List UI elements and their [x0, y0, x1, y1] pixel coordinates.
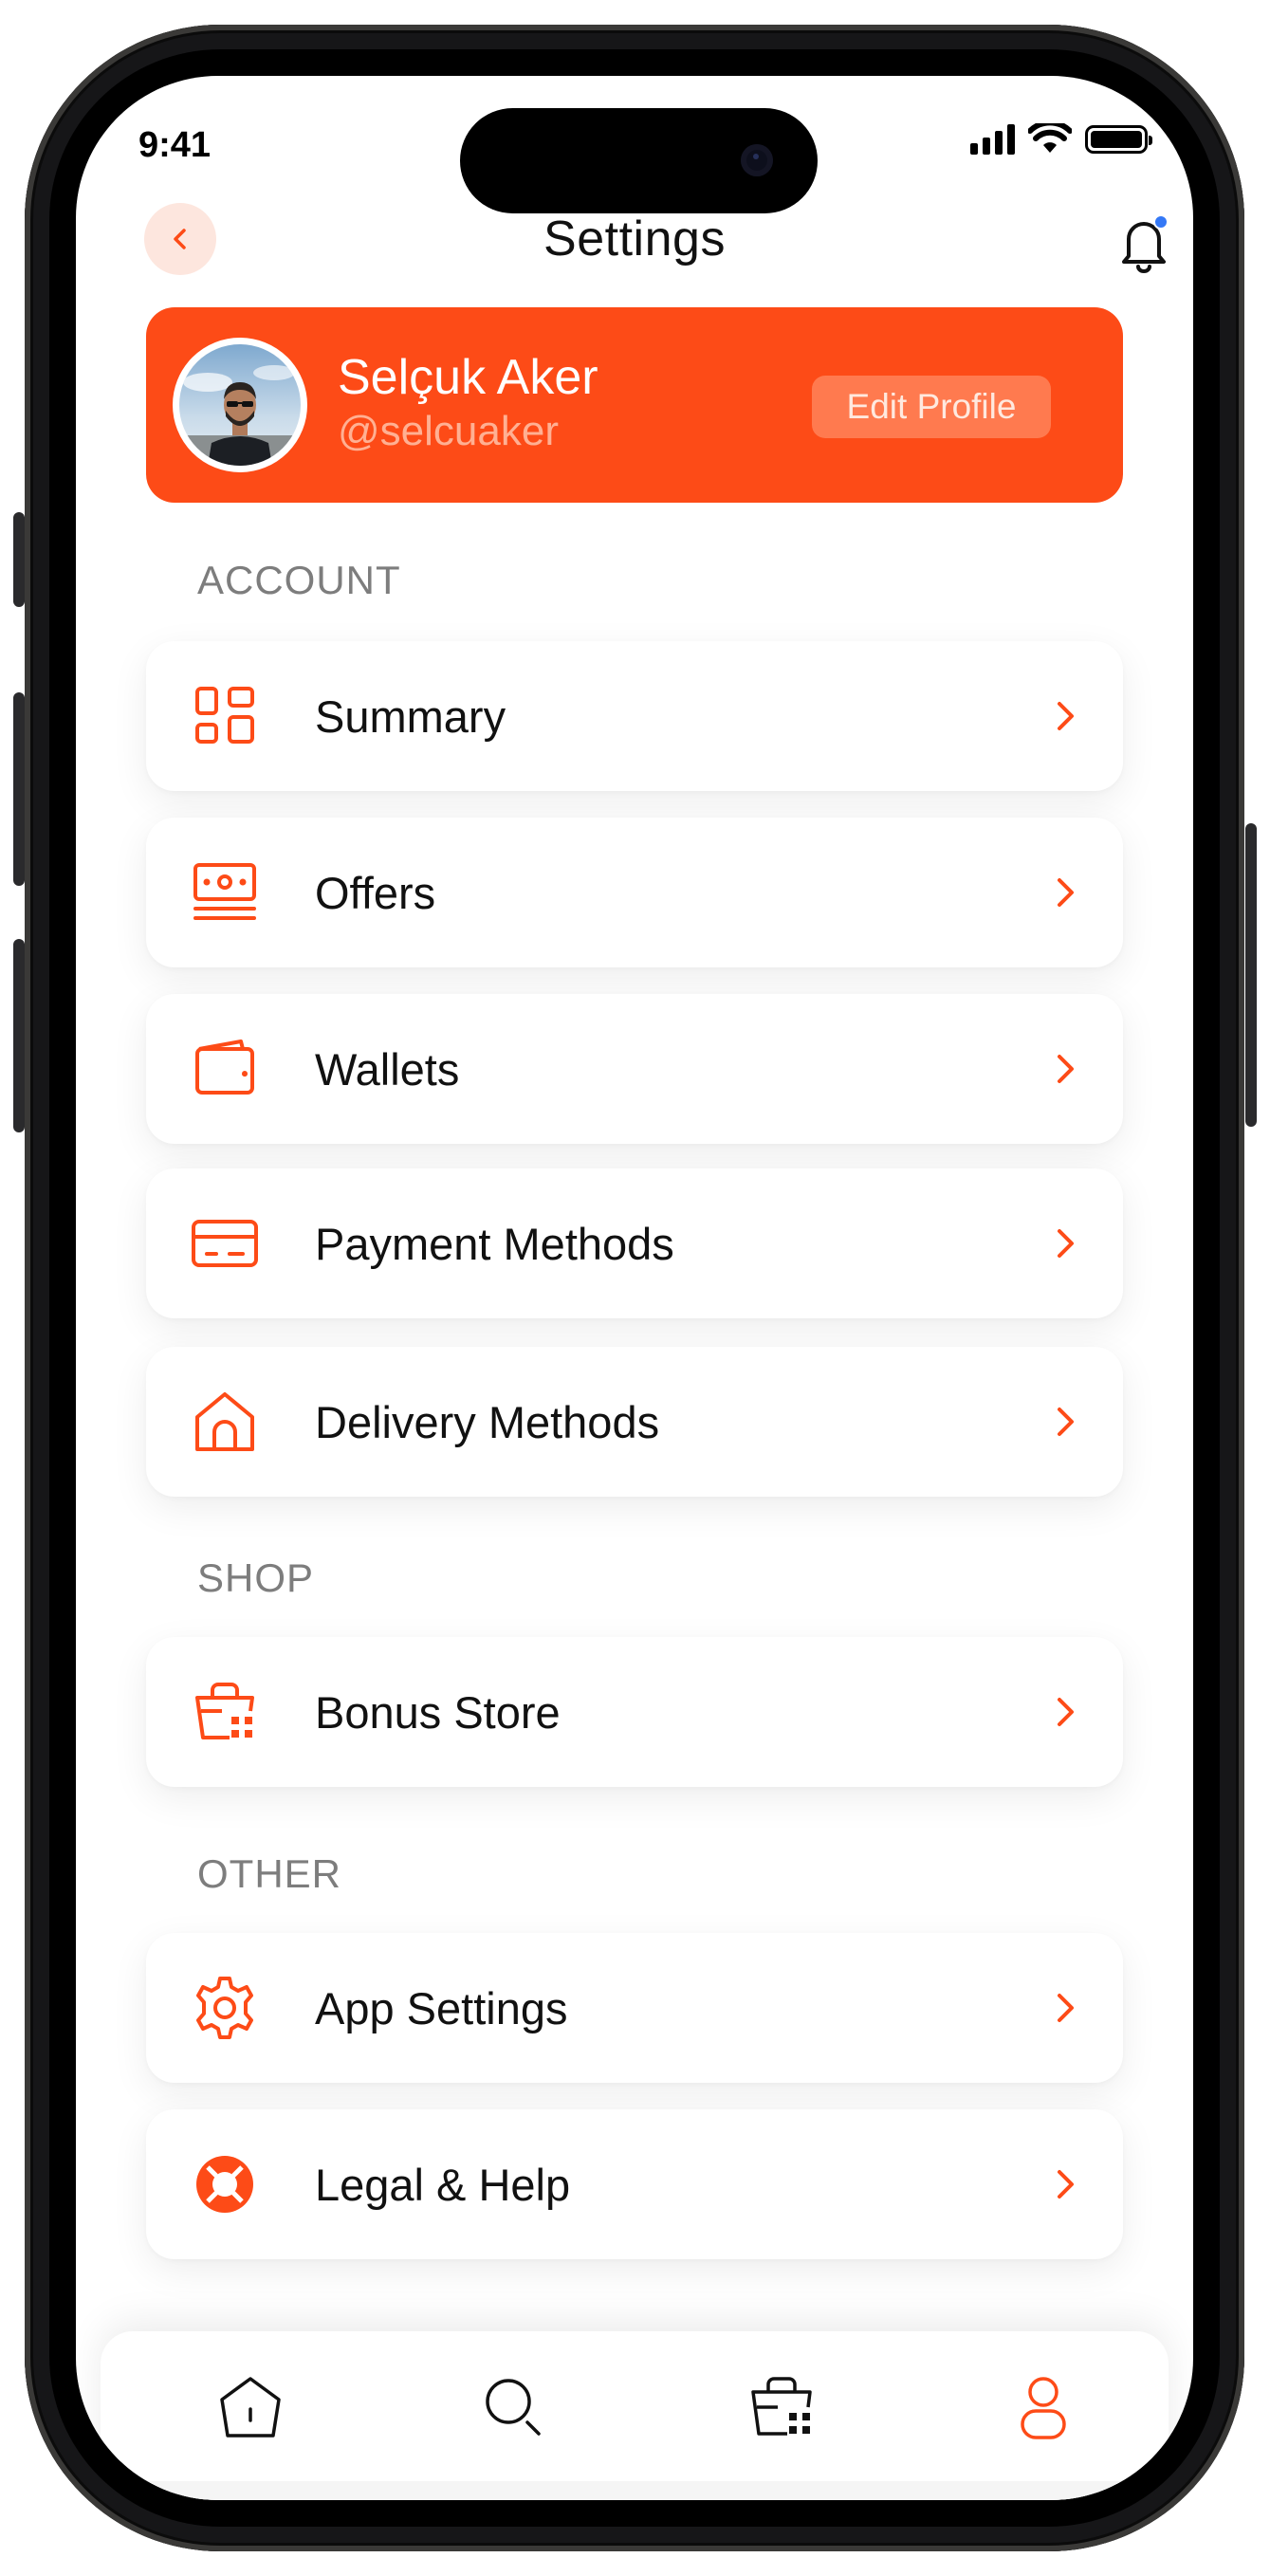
cellular-signal-icon — [970, 124, 1015, 155]
edit-profile-button[interactable]: Edit Profile — [812, 376, 1051, 438]
settings-row-label: Bonus Store — [315, 1686, 561, 1738]
wifi-icon — [1028, 123, 1072, 153]
chevron-right-icon — [1058, 1698, 1074, 1726]
section-label-account: ACCOUNT — [197, 558, 401, 602]
tab-bar — [101, 2331, 1169, 2500]
avatar — [173, 338, 307, 472]
front-camera — [741, 144, 773, 176]
tab-store-icon[interactable] — [745, 2371, 818, 2443]
notification-dot — [1153, 214, 1169, 230]
lifebuoy-icon — [196, 2156, 253, 2213]
chevron-right-icon — [1058, 2170, 1074, 2199]
home-indicator — [101, 2481, 1169, 2500]
wallet-icon — [195, 1040, 254, 1095]
page-title: Settings — [543, 212, 726, 267]
phone-screen: 9:41 Settings Selçuk Aker @selcuaker Edi… — [76, 76, 1193, 2500]
profile-handle: @selcuaker — [338, 408, 559, 454]
profile-card[interactable]: Selçuk Aker @selcuaker Edit Profile — [146, 307, 1123, 503]
status-icons — [970, 123, 1152, 156]
settings-row-bonus-store[interactable]: Bonus Store — [146, 1637, 1123, 1787]
status-time: 9:41 — [138, 125, 212, 165]
cash-icon — [193, 863, 256, 920]
chevron-right-icon — [1058, 1229, 1074, 1258]
profile-name: Selçuk Aker — [338, 350, 598, 405]
tab-profile-icon[interactable] — [1007, 2371, 1079, 2443]
section-label-shop: SHOP — [197, 1555, 315, 1600]
gear-icon — [196, 1977, 253, 2039]
settings-row-label: App Settings — [315, 1982, 568, 2033]
store-icon — [195, 1683, 254, 1739]
grid-icon — [195, 687, 254, 744]
settings-row-legal-help[interactable]: Legal & Help — [146, 2109, 1123, 2259]
mute-switch — [13, 512, 25, 607]
settings-row-label: Summary — [315, 690, 506, 742]
settings-row-offers[interactable]: Offers — [146, 818, 1123, 967]
chevron-right-icon — [1058, 878, 1074, 907]
settings-row-delivery-methods[interactable]: Delivery Methods — [146, 1347, 1123, 1497]
settings-row-label: Wallets — [315, 1043, 460, 1095]
tab-home-icon[interactable] — [214, 2371, 286, 2443]
volume-down-button — [13, 939, 25, 1132]
chevron-right-icon — [1058, 1994, 1074, 2022]
settings-row-label: Payment Methods — [315, 1218, 674, 1269]
settings-row-label: Delivery Methods — [315, 1396, 660, 1447]
tab-search-icon[interactable] — [478, 2371, 550, 2443]
settings-row-payment-methods[interactable]: Payment Methods — [146, 1168, 1123, 1318]
settings-row-summary[interactable]: Summary — [146, 641, 1123, 791]
chevron-right-icon — [1058, 1055, 1074, 1083]
power-button — [1245, 823, 1257, 1127]
chevron-right-icon — [1058, 1408, 1074, 1436]
dynamic-island — [460, 108, 818, 213]
home-icon — [195, 1392, 254, 1451]
settings-row-label: Offers — [315, 867, 436, 918]
settings-row-app-settings[interactable]: App Settings — [146, 1933, 1123, 2083]
notification-bell-icon[interactable] — [1110, 209, 1178, 277]
card-icon — [192, 1220, 258, 1267]
battery-icon — [1085, 125, 1152, 154]
section-label-other: OTHER — [197, 1851, 341, 1896]
chevron-right-icon — [1058, 702, 1074, 730]
volume-up-button — [13, 692, 25, 886]
settings-row-label: Legal & Help — [315, 2159, 571, 2210]
settings-row-wallets[interactable]: Wallets — [146, 994, 1123, 1144]
